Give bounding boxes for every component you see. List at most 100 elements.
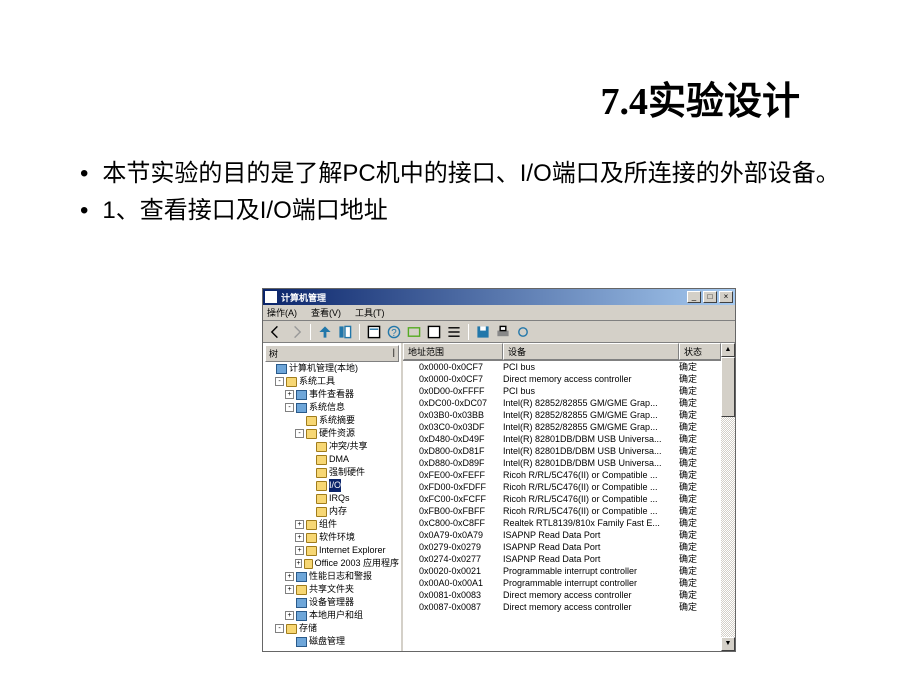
item-icon — [296, 611, 307, 621]
properties-button[interactable] — [365, 323, 383, 341]
tree-node[interactable]: 系统摘要 — [265, 414, 399, 427]
expander-icon[interactable]: + — [295, 546, 304, 555]
show-hide-tree-button[interactable] — [336, 323, 354, 341]
tree-node[interactable]: +Office 2003 应用程序 — [265, 557, 399, 570]
tree-node[interactable]: +事件查看器 — [265, 388, 399, 401]
options-button[interactable] — [514, 323, 532, 341]
cell-address: 0x0A79-0x0A79 — [419, 529, 503, 541]
menu-tool[interactable]: 工具(T) — [355, 306, 385, 319]
expander-icon[interactable]: + — [295, 559, 302, 568]
list-row[interactable]: 0x0274-0x0277ISAPNP Read Data Port确定 — [403, 553, 721, 565]
titlebar[interactable]: 计算机管理 _ □ × — [263, 289, 735, 305]
expander-icon[interactable]: - — [295, 429, 304, 438]
tree-node[interactable]: +共享文件夹 — [265, 583, 399, 596]
export-button[interactable] — [425, 323, 443, 341]
list-row[interactable]: 0xFE00-0xFEFFRicoh R/RL/5C476(II) or Com… — [403, 469, 721, 481]
refresh-button[interactable] — [405, 323, 423, 341]
list-row[interactable]: 0x0087-0x0087Direct memory access contro… — [403, 601, 721, 613]
back-button[interactable] — [267, 323, 285, 341]
app-icon — [265, 291, 277, 303]
list-row[interactable]: 0xFC00-0xFCFFRicoh R/RL/5C476(II) or Com… — [403, 493, 721, 505]
list-row[interactable]: 0xD880-0xD89FIntel(R) 82801DB/DBM USB Un… — [403, 457, 721, 469]
cell-status: 确定 — [679, 541, 721, 553]
tree-node[interactable]: -系统信息 — [265, 401, 399, 414]
tree-node[interactable]: +Internet Explorer — [265, 544, 399, 557]
tree-node[interactable]: 磁盘管理 — [265, 635, 399, 648]
tree-node[interactable]: 强制硬件 — [265, 466, 399, 479]
list-row[interactable]: 0x0D00-0xFFFFPCI bus确定 — [403, 385, 721, 397]
maximize-button[interactable]: □ — [703, 291, 717, 303]
list-row[interactable]: 0xC800-0xC8FFRealtek RTL8139/810x Family… — [403, 517, 721, 529]
scroll-thumb[interactable] — [721, 357, 735, 417]
cell-address: 0x03B0-0x03BB — [419, 409, 503, 421]
expander-icon[interactable]: + — [285, 572, 294, 581]
tree-node[interactable]: 计算机管理(本地) — [265, 362, 399, 375]
tree-node[interactable]: -存储 — [265, 622, 399, 635]
cell-device: ISAPNP Read Data Port — [503, 541, 679, 553]
list-row[interactable]: 0x0000-0x0CF7PCI bus确定 — [403, 361, 721, 373]
up-button[interactable] — [316, 323, 334, 341]
item-icon — [276, 364, 287, 374]
tree-node[interactable]: I/O — [265, 479, 399, 492]
menu-view[interactable]: 查看(V) — [311, 306, 341, 319]
col-device[interactable]: 设备 — [503, 343, 679, 360]
tree-node[interactable]: 冲突/共享 — [265, 440, 399, 453]
tree-node[interactable]: +组件 — [265, 518, 399, 531]
tree-node[interactable]: 设备管理器 — [265, 596, 399, 609]
menu-action[interactable]: 操作(A) — [267, 306, 297, 319]
list-row[interactable]: 0x0A79-0x0A79ISAPNP Read Data Port确定 — [403, 529, 721, 541]
list-row[interactable]: 0xFD00-0xFDFFRicoh R/RL/5C476(II) or Com… — [403, 481, 721, 493]
print-button[interactable] — [494, 323, 512, 341]
expander-icon[interactable]: + — [295, 533, 304, 542]
save-button[interactable] — [474, 323, 492, 341]
cell-address: 0xFD00-0xFDFF — [419, 481, 503, 493]
tree-node[interactable]: 内存 — [265, 505, 399, 518]
list-row[interactable]: 0x03B0-0x03BBIntel(R) 82852/82855 GM/GME… — [403, 409, 721, 421]
expander-icon[interactable]: - — [275, 624, 284, 633]
list-row[interactable]: 0xFB00-0xFBFFRicoh R/RL/5C476(II) or Com… — [403, 505, 721, 517]
tree-node[interactable]: +软件环境 — [265, 531, 399, 544]
tree-node[interactable]: +本地用户和组 — [265, 609, 399, 622]
expander-icon[interactable]: - — [285, 403, 294, 412]
scroll-up-button[interactable]: ▲ — [721, 343, 735, 357]
expander-icon[interactable]: + — [285, 611, 294, 620]
list-row[interactable]: 0xD800-0xD81FIntel(R) 82801DB/DBM USB Un… — [403, 445, 721, 457]
cell-device: Ricoh R/RL/5C476(II) or Compatible ... — [503, 481, 679, 493]
tree-node[interactable]: -硬件资源 — [265, 427, 399, 440]
list-row[interactable]: 0xDC00-0xDC07Intel(R) 82852/82855 GM/GME… — [403, 397, 721, 409]
cell-device: Intel(R) 82801DB/DBM USB Universa... — [503, 445, 679, 457]
scroll-track[interactable] — [721, 357, 735, 637]
minimize-button[interactable]: _ — [687, 291, 701, 303]
list-row[interactable]: 0x0020-0x0021Programmable interrupt cont… — [403, 565, 721, 577]
expander-icon[interactable]: + — [285, 585, 294, 594]
list-row[interactable]: 0x0279-0x0279ISAPNP Read Data Port确定 — [403, 541, 721, 553]
expander-icon[interactable]: - — [275, 377, 284, 386]
folder-icon — [286, 624, 297, 634]
cell-device: Programmable interrupt controller — [503, 577, 679, 589]
tree-node[interactable]: +性能日志和警报 — [265, 570, 399, 583]
list-row[interactable]: 0x00A0-0x00A1Programmable interrupt cont… — [403, 577, 721, 589]
expander-icon[interactable]: + — [295, 520, 304, 529]
list-row[interactable]: 0x03C0-0x03DFIntel(R) 82852/82855 GM/GME… — [403, 421, 721, 433]
list-row[interactable]: 0x0081-0x0083Direct memory access contro… — [403, 589, 721, 601]
expander-icon[interactable]: + — [285, 390, 294, 399]
folder-icon — [296, 585, 307, 595]
list-row[interactable]: 0x0000-0x0CF7Direct memory access contro… — [403, 373, 721, 385]
list-row[interactable]: 0xD480-0xD49FIntel(R) 82801DB/DBM USB Un… — [403, 433, 721, 445]
tree-node-label: 设备管理器 — [309, 596, 354, 609]
tree-node[interactable]: IRQs — [265, 492, 399, 505]
folder-icon — [316, 442, 327, 452]
help-button[interactable]: ? — [385, 323, 403, 341]
col-address[interactable]: 地址范围 — [403, 343, 503, 360]
tree-node[interactable]: DMA — [265, 453, 399, 466]
list-icon[interactable] — [445, 323, 463, 341]
cell-address: 0xD880-0xD89F — [419, 457, 503, 469]
vertical-scrollbar[interactable]: ▲ ▼ — [721, 343, 735, 651]
tree-node[interactable]: -系统工具 — [265, 375, 399, 388]
close-button[interactable]: × — [719, 291, 733, 303]
scroll-down-button[interactable]: ▼ — [721, 637, 735, 651]
col-status[interactable]: 状态 — [679, 343, 721, 360]
window-title: 计算机管理 — [281, 291, 685, 304]
forward-button[interactable] — [287, 323, 305, 341]
tree-header[interactable]: 树 | — [265, 345, 399, 362]
